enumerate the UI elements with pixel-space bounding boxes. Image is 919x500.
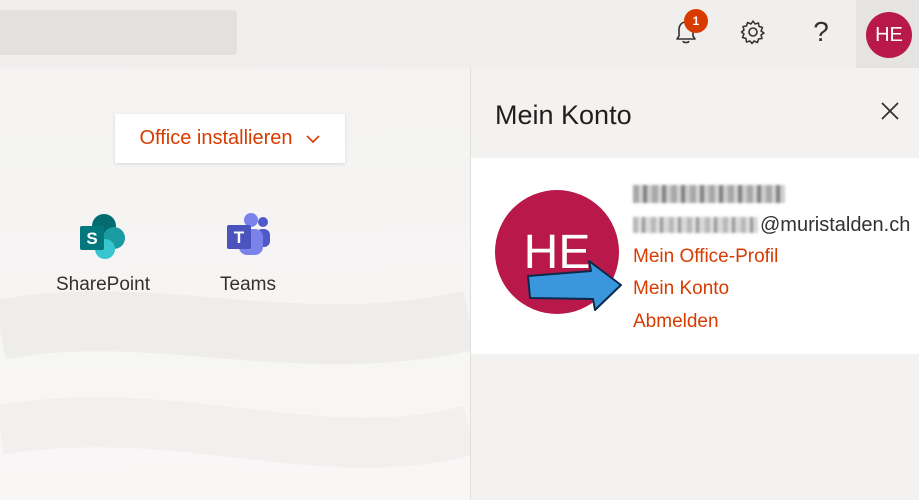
app-label-teams: Teams — [220, 274, 276, 295]
office-profile-link[interactable]: Mein Office-Profil — [633, 246, 778, 268]
account-email: @muristalden.ch — [633, 212, 910, 238]
svg-text:S: S — [86, 229, 97, 248]
account-panel-title: Mein Konto — [495, 100, 632, 130]
app-tile-teams[interactable]: T Teams — [193, 212, 303, 296]
search-box[interactable] — [0, 10, 237, 55]
svg-text:T: T — [234, 228, 245, 247]
teams-icon: T — [227, 213, 270, 255]
app-label-sharepoint: SharePoint — [55, 274, 150, 295]
help-icon[interactable]: ? — [801, 12, 841, 52]
avatar[interactable]: HE — [866, 12, 912, 58]
app-tile-sharepoint[interactable]: S SharePoint — [48, 212, 158, 296]
my-account-link[interactable]: Mein Konto — [633, 278, 729, 300]
redacted-user-name — [633, 185, 785, 203]
redacted-email-local-part — [633, 217, 758, 233]
annotation-arrow-icon — [527, 260, 622, 311]
gear-icon[interactable] — [733, 12, 773, 52]
notification-badge: 1 — [684, 9, 708, 33]
account-panel-header: Mein Konto — [471, 68, 919, 158]
sign-out-link[interactable]: Abmelden — [633, 311, 719, 333]
chevron-down-icon — [305, 134, 320, 143]
account-email-domain: @muristalden.ch — [760, 213, 911, 236]
account-card: HE @muristalden.ch Mein Office-Profil Me… — [471, 158, 919, 354]
install-office-label: Office installieren — [139, 127, 293, 149]
install-office-button[interactable]: Office installieren — [115, 114, 345, 163]
close-icon[interactable] — [877, 98, 903, 124]
sharepoint-icon: S — [80, 214, 125, 259]
